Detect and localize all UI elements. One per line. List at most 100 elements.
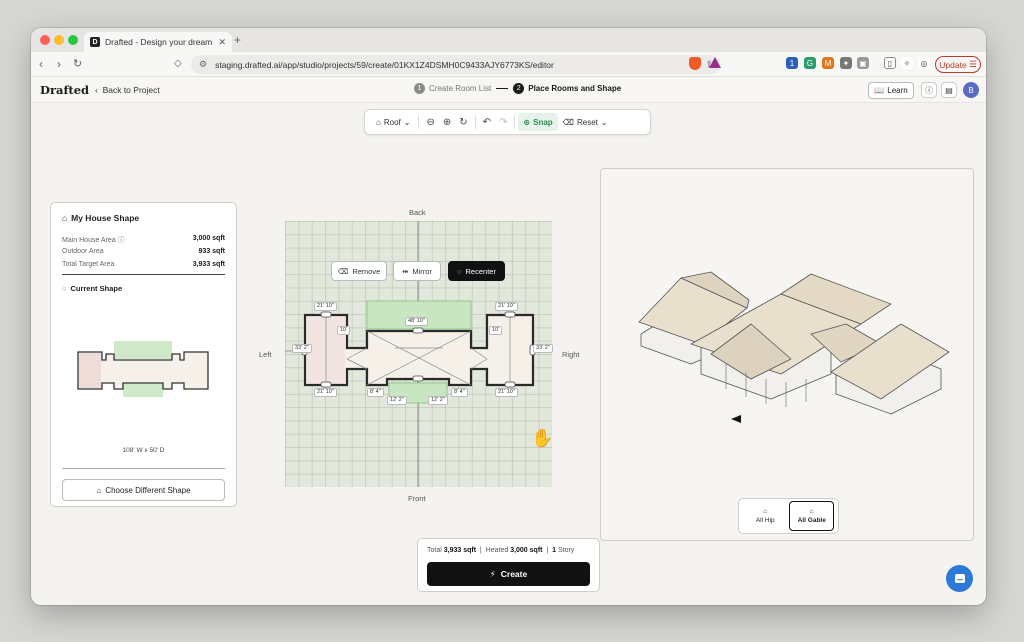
update-button[interactable]: Update ☰ — [935, 56, 981, 73]
url-field[interactable]: ⚙ staging.drafted.ai/app/studio/projects… — [191, 55, 721, 74]
info-icon[interactable]: ⓘ — [118, 237, 125, 244]
leo-ai-icon[interactable]: ✧ — [901, 57, 913, 69]
reload-icon[interactable]: ↻ — [73, 57, 82, 71]
home-icon: ⌂ — [96, 485, 102, 495]
info-icon[interactable]: ⓘ — [921, 82, 937, 98]
update-label: Update — [939, 59, 967, 70]
site-settings-icon[interactable]: ⚙ — [199, 59, 207, 70]
house-shape-panel: ⌂ My House Shape Main House Area ⓘ 3,000… — [50, 202, 237, 507]
browser-tab[interactable]: D Drafted - Design your dream h ✕ — [84, 32, 232, 52]
roof-style-toggle: ⌂ All Hip ⌂ All Gable — [738, 498, 839, 534]
step-connector — [496, 88, 509, 89]
new-tab-icon[interactable]: + — [234, 33, 241, 47]
home-icon: ⌂ — [62, 213, 68, 223]
hip-roof-icon: ⌂ — [763, 508, 768, 515]
current-shape-label: Current Shape — [70, 284, 123, 293]
minimize-window-button[interactable] — [54, 35, 64, 45]
bookmark-icon[interactable]: ◇ — [174, 58, 182, 69]
recenter-button[interactable]: ◌ Recenter — [448, 261, 505, 281]
redo-icon[interactable]: ↷ — [495, 117, 511, 128]
extension-screenshot-icon[interactable]: ▣ — [857, 57, 869, 69]
extension-puzzle-icon[interactable]: ✦ — [840, 57, 852, 69]
divider — [474, 115, 476, 129]
create-label: Create — [500, 569, 528, 579]
eraser-icon: ⌫ — [337, 266, 349, 276]
remove-button[interactable]: ⌫ Remove — [331, 261, 387, 281]
reset-dropdown[interactable]: ⌫ Reset ⌄ — [558, 113, 613, 131]
choose-different-shape-button[interactable]: ⌂ Choose Different Shape — [62, 479, 225, 501]
back-arrow-icon[interactable]: ‹ — [39, 57, 43, 71]
vpn-icon[interactable]: ◎ — [918, 57, 930, 69]
learn-label: Learn — [887, 86, 908, 95]
extension-metamask-icon[interactable]: M — [822, 57, 834, 69]
dimension-label: 8' 4" — [367, 388, 384, 397]
row-label: Main House Area — [62, 237, 116, 244]
chevron-down-icon: ⌄ — [600, 117, 608, 127]
eraser-icon: ⌫ — [562, 117, 574, 127]
undo-icon[interactable]: ↶ — [479, 117, 495, 128]
folder-icon[interactable]: ▤ — [941, 82, 957, 98]
dimension-label: 8' 4" — [451, 388, 468, 397]
snap-label: Snap — [533, 117, 553, 127]
divider — [514, 115, 516, 129]
all-hip-option[interactable]: ⌂ All Hip — [743, 501, 788, 531]
floorplan-canvas[interactable]: ⌫ Remove ⇹ Mirror ◌ Recenter 21' 10" 48'… — [285, 221, 553, 487]
close-tab-icon[interactable]: ✕ — [218, 37, 226, 48]
brave-rewards-icon[interactable] — [709, 57, 721, 68]
dimension-label: 12' 2" — [428, 396, 448, 405]
drafted-logo: Drafted — [40, 83, 90, 97]
story-label: Story — [557, 547, 575, 554]
heated-value: 3,000 sqft — [510, 547, 543, 554]
summary-text: Total 3,933 sqft | Heated 3,000 sqft | 1… — [427, 547, 575, 554]
reset-label: Reset — [576, 117, 598, 127]
tab-title: Drafted - Design your dream h — [105, 37, 215, 47]
panel-title-text: My House Shape — [71, 213, 140, 223]
forward-arrow-icon[interactable]: › — [57, 57, 61, 71]
total-target-area-row: Total Target Area 3,933 sqft — [62, 261, 225, 268]
maximize-window-button[interactable] — [68, 35, 78, 45]
divider — [62, 468, 225, 469]
zoom-out-icon[interactable]: ⊖ — [422, 117, 438, 128]
chat-bubble-icon — [954, 573, 965, 583]
tab-bar: D Drafted - Design your dream h ✕ + — [31, 28, 986, 52]
gable-label: All Gable — [797, 517, 826, 524]
choose-label: Choose Different Shape — [105, 485, 191, 495]
drafted-favicon-icon: D — [90, 37, 100, 47]
back-to-project-link[interactable]: ‹ Back to Project — [95, 85, 160, 95]
create-button[interactable]: ⚡ Create — [427, 562, 590, 586]
avatar[interactable]: B — [963, 82, 979, 98]
total-value: 3,933 sqft — [443, 547, 477, 554]
left-direction-label: Left — [259, 350, 272, 359]
brave-shield-icon[interactable] — [689, 57, 701, 70]
extension-grammarly-icon[interactable]: G — [804, 57, 816, 69]
step-1-label[interactable]: Create Room List — [429, 84, 491, 93]
snap-toggle[interactable]: ⊛ Snap — [518, 113, 558, 131]
mirror-button[interactable]: ⇹ Mirror — [393, 261, 441, 281]
step-1-badge: 1 — [414, 83, 425, 94]
mirror-icon: ⇹ — [402, 266, 409, 276]
rotate-icon[interactable]: ↻ — [455, 117, 471, 128]
hip-label: All Hip — [755, 517, 775, 524]
dimension-label: 21' 10" — [495, 302, 518, 311]
zoom-in-icon[interactable]: ⊕ — [439, 117, 455, 128]
row-label: Outdoor Area — [62, 248, 104, 255]
dimension-label: 33' 2" — [292, 344, 312, 353]
roof-dropdown[interactable]: ⌂ Roof ⌄ — [371, 113, 415, 131]
house-icon: ⌂ — [376, 117, 381, 127]
dimension-label: 21' 10" — [314, 388, 337, 397]
remove-label: Remove — [352, 266, 381, 276]
recenter-icon: ◌ — [457, 266, 462, 276]
back-direction-label: Back — [409, 208, 426, 217]
chat-support-button[interactable] — [946, 565, 973, 592]
learn-button[interactable]: 📖 Learn — [868, 82, 914, 99]
step-2-label[interactable]: Place Rooms and Shape — [528, 84, 621, 93]
3d-house-model[interactable] — [631, 264, 951, 454]
extension-1password-icon[interactable]: 1 — [786, 57, 798, 69]
dimension-label: 48' 10" — [405, 317, 428, 326]
all-gable-option[interactable]: ⌂ All Gable — [789, 501, 835, 531]
sidebar-toggle-icon[interactable]: ▯ — [884, 57, 896, 69]
3d-preview-panel[interactable]: ⌂ All Hip ⌂ All Gable — [600, 168, 974, 541]
divider — [62, 274, 225, 275]
lightning-icon: ⚡ — [489, 568, 496, 579]
close-window-button[interactable] — [40, 35, 50, 45]
